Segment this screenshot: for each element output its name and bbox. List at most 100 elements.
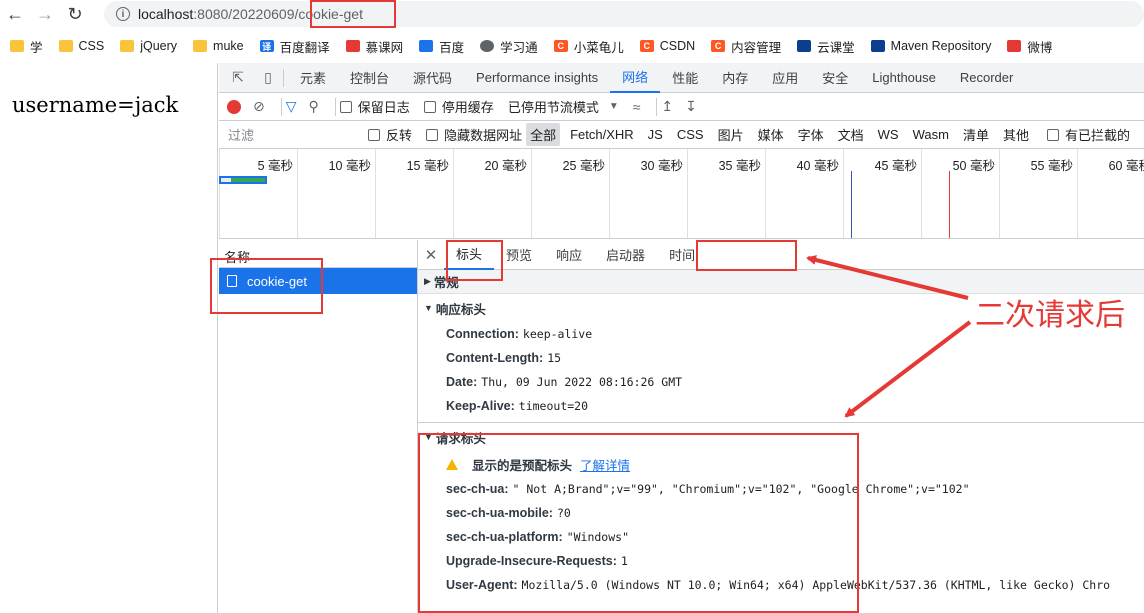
filter-icon[interactable]: ▽	[286, 98, 297, 115]
address-bar[interactable]: i localhost:8080/20220609/cookie-get	[104, 1, 1144, 27]
disable-cache-checkbox[interactable]: 停用缓存	[423, 97, 494, 116]
filter-type-css[interactable]: CSS	[673, 125, 708, 144]
weibo-icon	[1007, 40, 1022, 52]
filter-type-doc[interactable]: 文档	[834, 123, 868, 146]
folder-icon	[10, 40, 24, 52]
inspect-element-icon[interactable]: ⇱	[227, 67, 249, 89]
checkbox[interactable]	[423, 100, 436, 113]
page-body-text: username=jack	[12, 93, 179, 117]
timeline-tick: 35 毫秒	[687, 149, 765, 238]
caret-right-icon: ▶	[424, 276, 431, 286]
filter-type-manifest[interactable]: 清单	[959, 123, 993, 146]
tab-security[interactable]: 安全	[810, 63, 860, 93]
bookmark-item[interactable]: 云课堂	[797, 37, 855, 56]
timeline-tick: 10 毫秒	[297, 149, 375, 238]
paw-icon	[419, 40, 434, 52]
tab-performance[interactable]: 性能	[660, 63, 710, 93]
bookmark-item[interactable]: 学习通	[480, 37, 538, 56]
timeline-tick: 50 毫秒	[921, 149, 999, 238]
tab-lighthouse[interactable]: Lighthouse	[860, 63, 948, 93]
bookmark-item[interactable]: 百度	[419, 37, 464, 56]
device-toggle-icon[interactable]: ▯	[257, 67, 279, 89]
header-row: Keep-Alive: timeout=20	[446, 399, 589, 413]
timeline-tick: 30 毫秒	[609, 149, 687, 238]
record-icon[interactable]	[227, 99, 241, 114]
checkbox[interactable]	[339, 100, 352, 113]
checkbox[interactable]	[368, 128, 381, 141]
hide-data-urls-checkbox[interactable]: 隐藏数据网址	[426, 125, 522, 144]
checkbox[interactable]	[1046, 128, 1059, 141]
bookmark-item[interactable]: C 内容管理	[711, 37, 781, 56]
bookmark-item[interactable]: Maven Repository	[870, 39, 991, 53]
url-host: localhost	[138, 6, 194, 22]
filter-type-font[interactable]: 字体	[794, 123, 828, 146]
filter-type-js[interactable]: JS	[644, 125, 667, 144]
caret-down-icon: ▼	[424, 303, 433, 313]
filter-type-ws[interactable]: WS	[874, 125, 903, 144]
filter-type-wasm[interactable]: Wasm	[909, 125, 953, 144]
timeline-tick: 60 毫秒	[1077, 149, 1144, 238]
site-info-icon[interactable]: i	[116, 7, 130, 21]
filter-type-img[interactable]: 图片	[714, 123, 748, 146]
tab-recorder[interactable]: Recorder	[948, 63, 1025, 93]
divider	[280, 97, 282, 116]
filter-type-all[interactable]: 全部	[526, 123, 561, 146]
forward-arrow-icon[interactable]: →	[30, 0, 60, 28]
tab-initiator[interactable]: 启动器	[594, 240, 657, 270]
waterfall-bar-download	[231, 178, 265, 182]
waterfall-bar-queue	[221, 178, 231, 182]
blocked-cookies-checkbox[interactable]: 有已拦截的	[1046, 125, 1130, 144]
tab-network[interactable]: 网络	[610, 63, 661, 93]
tab-response[interactable]: 响应	[544, 240, 594, 270]
reload-icon[interactable]: ↻	[60, 0, 90, 28]
upload-icon[interactable]: ↥	[661, 98, 673, 115]
bookmarks-bar: 学 CSS jQuery muke 译百度翻译 慕课网 百度 学习通 C 小菜龟儿…	[0, 32, 1144, 60]
browser-toolbar: ← → ↻ i localhost:8080/20220609/cookie-g…	[0, 0, 1144, 28]
tab-elements[interactable]: 元素	[288, 63, 338, 93]
timeline-tick: 55 毫秒	[999, 149, 1077, 238]
preserve-log-checkbox[interactable]: 保留日志	[339, 97, 410, 116]
dom-content-loaded-line	[851, 171, 852, 238]
bookmark-item[interactable]: 译百度翻译	[259, 37, 330, 56]
filter-input[interactable]: 过滤	[223, 125, 368, 145]
back-arrow-icon[interactable]: ←	[0, 0, 30, 28]
checkbox[interactable]	[426, 128, 439, 141]
bookmark-item[interactable]: 微博	[1007, 37, 1052, 56]
network-overview-timeline[interactable]: 5 毫秒 10 毫秒 15 毫秒 20 毫秒 25 毫秒 30 毫秒 35 毫秒…	[219, 149, 1144, 239]
bookmark-item[interactable]: 慕课网	[345, 37, 403, 56]
bookmark-item[interactable]: CSS	[58, 39, 104, 53]
invert-checkbox[interactable]: 反转	[368, 125, 412, 144]
load-event-line	[949, 171, 950, 238]
throttling-select[interactable]: 已停用节流模式 ▼	[508, 97, 619, 116]
filter-type-other[interactable]: 其他	[999, 123, 1033, 146]
timeline-tick: 25 毫秒	[531, 149, 609, 238]
bookmark-item[interactable]: C CSDN	[639, 39, 695, 53]
filter-type-xhr[interactable]: Fetch/XHR	[566, 125, 638, 144]
download-icon[interactable]: ↧	[685, 98, 697, 115]
request-headers-highlight-box	[418, 433, 859, 613]
bookmark-item[interactable]: C 小菜龟儿	[553, 37, 624, 56]
timeline-tick: 15 毫秒	[375, 149, 453, 238]
bookmark-item[interactable]: 学	[10, 37, 43, 56]
bookmark-item[interactable]: muke	[193, 39, 244, 53]
mvn-icon	[870, 40, 885, 52]
tab-sources[interactable]: 源代码	[401, 63, 464, 93]
clear-icon[interactable]: ⊘	[253, 98, 265, 115]
bookmark-item[interactable]: jQuery	[120, 39, 177, 53]
tab-application[interactable]: 应用	[760, 63, 810, 93]
divider	[656, 97, 658, 116]
tab-console[interactable]: 控制台	[338, 63, 401, 93]
etc-icon	[797, 40, 812, 52]
tab-memory[interactable]: 内存	[710, 63, 760, 93]
devtools-panel: ⇱ ▯ 元素 控制台 源代码 Performance insights 网络 性…	[210, 63, 1144, 613]
translate-icon: 译	[259, 40, 274, 52]
close-icon[interactable]: ✕	[418, 246, 444, 264]
timeline-tick: 40 毫秒	[765, 149, 843, 238]
missing-cookies-tab-highlight-box	[696, 240, 797, 271]
divider	[283, 68, 284, 87]
request-highlight-box	[210, 258, 323, 314]
tab-performance-insights[interactable]: Performance insights	[464, 63, 610, 93]
filter-type-media[interactable]: 媒体	[754, 123, 788, 146]
network-conditions-icon[interactable]: ≈	[633, 99, 641, 115]
search-icon[interactable]: ⚲	[309, 98, 319, 115]
